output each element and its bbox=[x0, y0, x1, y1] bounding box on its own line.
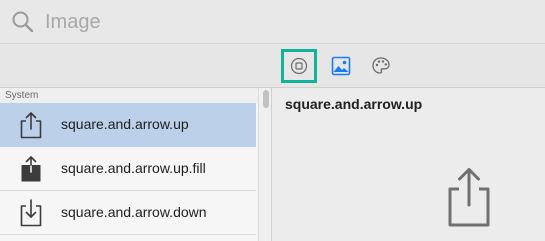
photo-icon bbox=[331, 56, 351, 76]
symbol-list: System square.and.arrow.up square.and.ar… bbox=[0, 88, 258, 241]
color-view-button[interactable] bbox=[363, 49, 399, 83]
list-item-label: square.and.arrow.up bbox=[61, 116, 189, 132]
detail-panel: square.and.arrow.up bbox=[272, 88, 545, 241]
detail-title: square.and.arrow.up bbox=[285, 96, 423, 112]
search-icon bbox=[12, 11, 34, 33]
list-item-label: square.and.arrow.up.fill bbox=[61, 160, 206, 176]
image-view-button[interactable] bbox=[323, 49, 359, 83]
section-header: System bbox=[0, 88, 258, 103]
share-icon bbox=[448, 168, 490, 227]
list-item-label: square.and.arrow.down bbox=[61, 204, 207, 220]
palette-icon bbox=[372, 57, 390, 74]
share-fill-icon bbox=[21, 156, 41, 182]
list-item[interactable]: square.and.arrow.up.fill bbox=[0, 147, 256, 191]
symbol-view-button[interactable] bbox=[281, 49, 317, 83]
search-placeholder[interactable]: Image bbox=[45, 9, 101, 35]
share-icon bbox=[20, 112, 42, 139]
scrollbar-thumb[interactable] bbox=[263, 90, 269, 108]
list-scrollbar[interactable] bbox=[258, 88, 272, 241]
toolbar bbox=[0, 44, 545, 88]
search-bar[interactable]: Image bbox=[0, 0, 545, 44]
list-item[interactable]: square.and.arrow.down bbox=[0, 191, 256, 235]
list-item[interactable]: square.and.arrow.up bbox=[0, 103, 256, 147]
download-icon bbox=[20, 199, 42, 227]
stop-circle-icon bbox=[290, 57, 308, 75]
